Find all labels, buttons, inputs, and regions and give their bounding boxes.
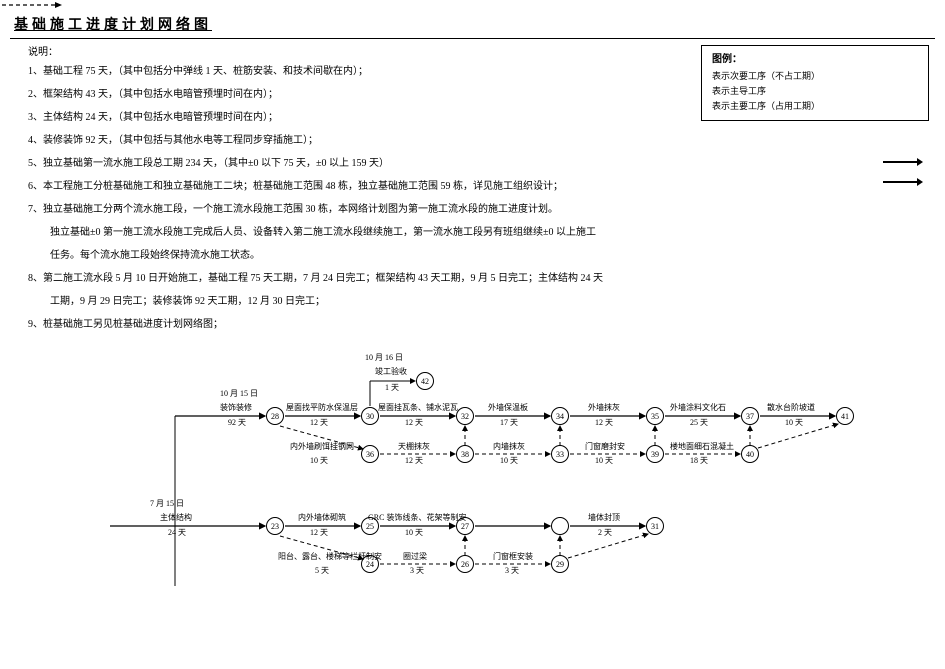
activity-label: 外墙保温板 xyxy=(488,404,528,413)
date-label: 10 月 15 日 xyxy=(220,390,258,399)
duration-label: 12 天 xyxy=(310,529,328,538)
duration-label: 10 天 xyxy=(310,457,328,466)
node: 23 xyxy=(266,517,284,535)
activity-label: 阳台、露台、楼梯等栏杆制安 xyxy=(278,553,382,562)
date-label: 10 月 16 日 xyxy=(365,354,403,363)
legend-line-major-icon xyxy=(0,0,65,10)
duration-label: 5 天 xyxy=(315,567,329,576)
activity-label: 屋面挂瓦条、铺水泥瓦 xyxy=(378,404,458,413)
explain-item: 4、装修装饰 92 天，（其中包括与其他水电等工程同步穿插施工）； xyxy=(28,133,691,148)
node: 30 xyxy=(361,407,379,425)
duration-label: 25 天 xyxy=(690,419,708,428)
activity-label: 装饰装修 xyxy=(220,404,252,413)
activity-label: GRC 装饰线条、花架等制安 xyxy=(368,514,466,523)
duration-label: 12 天 xyxy=(595,419,613,428)
arrow-solid-icon xyxy=(883,161,919,163)
explain-item: 8、第二施工流水段 5 月 10 日开始施工，基础工程 75 天工期，7 月 2… xyxy=(28,271,691,286)
duration-label: 10 天 xyxy=(785,419,803,428)
node: 29 xyxy=(551,555,569,573)
explanation-block: 说明： 1、基础工程 75 天，（其中包括分中弹线 1 天、桩筋安装、和技术间歇… xyxy=(10,39,701,340)
activity-label: 墙体封顶 xyxy=(588,514,620,523)
node: 40 xyxy=(741,445,759,463)
explain-item: 3、主体结构 24 天，（其中包括水电暗管预埋时间在内）； xyxy=(28,110,691,125)
node xyxy=(551,517,569,535)
extra-arrows xyxy=(883,143,923,201)
duration-label: 18 天 xyxy=(690,457,708,466)
duration-label: 12 天 xyxy=(405,457,423,466)
node: 33 xyxy=(551,445,569,463)
node: 32 xyxy=(456,407,474,425)
activity-label: 外墙涂料文化石 xyxy=(670,404,726,413)
node: 34 xyxy=(551,407,569,425)
node: 39 xyxy=(646,445,664,463)
node: 28 xyxy=(266,407,284,425)
activity-label: 屋面找平防水保温层 xyxy=(286,404,358,413)
duration-label: 1 天 xyxy=(385,384,399,393)
duration-label: 10 天 xyxy=(500,457,518,466)
arrow-solid-icon xyxy=(883,181,919,183)
duration-label: 24 天 xyxy=(168,529,186,538)
activity-label: 内外墙体砌筑 xyxy=(298,514,346,523)
activity-label: 散水台阶坡道 xyxy=(767,404,815,413)
explain-item: 任务。每个流水施工段始终保持流水施工状态。 xyxy=(28,248,691,263)
legend-box: 图例： 表示次要工序（不占工期） 表示主导工序 表示主要工序（占用工期） xyxy=(701,45,929,121)
duration-label: 2 天 xyxy=(598,529,612,538)
duration-label: 12 天 xyxy=(310,419,328,428)
explain-heading: 说明： xyxy=(28,43,691,58)
activity-label: 内墙抹灰 xyxy=(493,443,525,452)
node: 36 xyxy=(361,445,379,463)
activity-label: 楼地面细石混凝土 xyxy=(670,443,734,452)
explain-item: 7、独立基础施工分两个流水施工段，一个施工流水段施工范围 30 栋，本网络计划图… xyxy=(28,202,691,217)
legend-title: 图例： xyxy=(712,50,922,65)
duration-label: 12 天 xyxy=(405,419,423,428)
activity-label: 门窗磨封安 xyxy=(585,443,625,452)
activity-label: 门窗框安装 xyxy=(493,553,533,562)
node: 38 xyxy=(456,445,474,463)
explain-item: 1、基础工程 75 天，（其中包括分中弹线 1 天、桩筋安装、和技术间歇在内）； xyxy=(28,64,691,79)
activity-label: 竣工验收 xyxy=(375,368,407,377)
duration-label: 3 天 xyxy=(410,567,424,576)
duration-label: 10 天 xyxy=(405,529,423,538)
node: 31 xyxy=(646,517,664,535)
node: 26 xyxy=(456,555,474,573)
node: 35 xyxy=(646,407,664,425)
network-diagram: 28 30 32 34 35 37 41 42 36 38 33 39 40 2… xyxy=(10,346,930,586)
legend-text: 表示主要工序（占用工期） xyxy=(712,99,820,112)
explain-item: 9、桩基础施工另见桩基础进度计划网络图； xyxy=(28,317,691,332)
outer-border: 说明： 1、基础工程 75 天，（其中包括分中弹线 1 天、桩筋安装、和技术间歇… xyxy=(10,38,935,586)
node: 37 xyxy=(741,407,759,425)
explain-item: 6、本工程施工分桩基础施工和独立基础施工二块；桩基础施工范围 48 栋，独立基础… xyxy=(28,179,691,194)
explain-item: 工期，9 月 29 日完工；装修装饰 92 天工期，12 月 30 日完工； xyxy=(28,294,691,309)
explain-item: 5、独立基础第一流水施工段总工期 234 天，（其中±0 以下 75 天，±0 … xyxy=(28,156,691,171)
node: 41 xyxy=(836,407,854,425)
explain-item: 2、框架结构 43 天，（其中包括水电暗管预埋时间在内）； xyxy=(28,87,691,102)
diagram-lines xyxy=(10,346,930,586)
node: 42 xyxy=(416,372,434,390)
duration-label: 92 天 xyxy=(228,419,246,428)
activity-label: 天棚抹灰 xyxy=(398,443,430,452)
duration-label: 10 天 xyxy=(595,457,613,466)
activity-label: 外墙抹灰 xyxy=(588,404,620,413)
legend-text: 表示主导工序 xyxy=(712,84,766,97)
legend-text: 表示次要工序（不占工期） xyxy=(712,69,820,82)
activity-label: 主体结构 xyxy=(160,514,192,523)
duration-label: 17 天 xyxy=(500,419,518,428)
date-label: 7 月 15 日 xyxy=(150,500,184,509)
activity-label: 内外墙刷饵挂钢网 xyxy=(290,443,354,452)
page-title: 基础施工进度计划网络图 xyxy=(14,14,935,34)
explain-item: 独立基础±0 第一施工流水段施工完成后人员、设备转入第二施工流水段继续施工，第一… xyxy=(28,225,691,240)
duration-label: 3 天 xyxy=(505,567,519,576)
activity-label: 圈过梁 xyxy=(403,553,427,562)
